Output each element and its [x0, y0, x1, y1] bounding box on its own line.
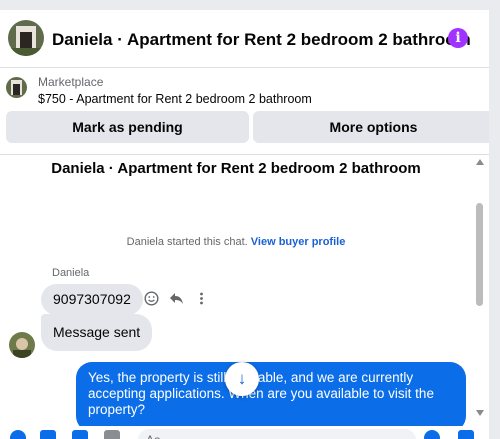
marketplace-listing-card: Marketplace $750 - Apartment for Rent 2 … [0, 68, 489, 155]
scroll-up-arrow-icon[interactable] [476, 159, 484, 165]
photo-icon[interactable] [40, 430, 56, 439]
scroll-down-arrow-icon[interactable] [476, 410, 484, 416]
emoji-icon[interactable] [424, 430, 440, 439]
message-composer: Aa [0, 426, 489, 439]
more-options-button[interactable]: More options [253, 111, 489, 143]
outgoing-message[interactable]: Yes, the property is still available, an… [76, 362, 466, 432]
listing-description[interactable]: $750 - Apartment for Rent 2 bedroom 2 ba… [38, 92, 312, 106]
view-buyer-profile-link[interactable]: View buyer profile [251, 236, 346, 248]
reply-icon[interactable] [167, 291, 185, 309]
listing-thumbnail[interactable] [6, 77, 27, 98]
chat-title: Daniela · Apartment for Rent 2 bedroom 2… [51, 160, 421, 177]
scrollbar[interactable] [473, 153, 487, 423]
incoming-message[interactable]: 9097307092 [41, 284, 143, 315]
mark-as-pending-button[interactable]: Mark as pending [6, 111, 249, 143]
more-actions-icon[interactable] [192, 291, 210, 309]
incoming-message[interactable]: Message sent [41, 314, 153, 351]
chat-header-title[interactable]: Daniela · Apartment for Rent 2 bedroom 2… [52, 30, 471, 50]
system-message: Daniela started this chat. View buyer pr… [0, 236, 472, 248]
react-emoji-icon[interactable] [142, 291, 160, 309]
chat-panel: Daniela · Apartment for Rent 2 bedroom 2… [0, 10, 489, 439]
scroll-to-bottom-button[interactable]: ↓ [225, 362, 259, 396]
marketplace-label: Marketplace [38, 75, 104, 89]
chat-header: Daniela · Apartment for Rent 2 bedroom 2… [0, 10, 489, 68]
gif-icon[interactable] [104, 430, 120, 439]
thumbs-up-icon[interactable] [458, 430, 474, 439]
system-text: Daniela started this chat. [126, 236, 248, 248]
sticker-icon[interactable] [72, 430, 88, 439]
scrollbar-thumb[interactable] [476, 203, 483, 306]
plus-icon[interactable] [10, 430, 26, 439]
message-input[interactable]: Aa [138, 429, 416, 439]
seller-avatar[interactable] [8, 20, 44, 56]
sender-name: Daniela [52, 267, 90, 279]
buyer-avatar[interactable] [9, 332, 35, 358]
info-icon[interactable]: i [448, 28, 468, 48]
arrow-down-icon: ↓ [237, 369, 247, 388]
